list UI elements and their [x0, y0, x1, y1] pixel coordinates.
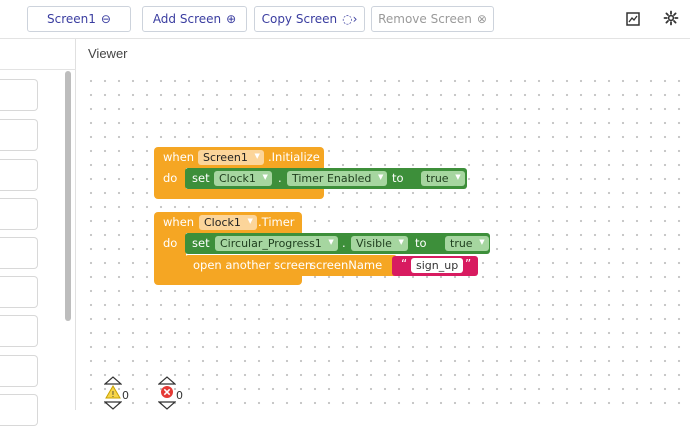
plus-circle-icon: ⊕ [226, 12, 237, 26]
when-keyword: when [163, 150, 195, 164]
close-quote: ” [465, 257, 472, 271]
property-dropdown[interactable]: Timer Enabled ▼ [287, 171, 388, 186]
error-count: 0 [176, 389, 183, 402]
clock-component-dropdown[interactable]: Clock1 ▼ [214, 171, 272, 186]
property-dropdown[interactable]: Visible ▼ [351, 236, 408, 251]
svg-text:!: ! [111, 390, 114, 399]
viewer-title: Viewer [88, 46, 128, 61]
open-quote: “ [401, 257, 408, 271]
remove-screen-label: Remove Screen [378, 12, 472, 26]
designer-toolbar: Screen1 ⊖ Add Screen ⊕ Copy Screen ◌› Re… [0, 0, 690, 38]
to-keyword: to [392, 171, 404, 185]
palette-item[interactable] [0, 394, 38, 426]
text-value-field[interactable]: sign_up [411, 258, 464, 273]
copy-icon: ◌› [342, 12, 358, 26]
add-screen-label: Add Screen [152, 12, 222, 26]
boolean-value-dropdown[interactable]: true ▼ [421, 171, 465, 186]
warning-toggle-icon: ! [104, 376, 122, 410]
boolean-value-dropdown[interactable]: true ▼ [445, 236, 489, 251]
screen-component-dropdown[interactable]: Screen1 ▼ [198, 150, 264, 165]
warning-count: 0 [122, 389, 129, 402]
gallery-icon[interactable] [626, 11, 640, 26]
open-another-screen-label: open another screen [193, 258, 313, 272]
palette-item[interactable] [0, 237, 38, 269]
when-keyword: when [163, 215, 195, 229]
palette-item[interactable] [0, 276, 38, 308]
do-keyword: do [163, 236, 178, 250]
chevron-down-circle-icon: ⊖ [100, 12, 111, 26]
palette-item[interactable] [0, 315, 38, 347]
palette-header [0, 39, 76, 70]
dot-separator: . [278, 171, 282, 185]
palette-item[interactable] [0, 355, 38, 387]
palette-item[interactable] [0, 159, 38, 191]
do-keyword: do [163, 171, 178, 185]
copy-screen-button[interactable]: Copy Screen ◌› [254, 6, 365, 32]
initialize-event-label: .Initialize [268, 150, 320, 164]
error-toggle-icon [158, 376, 176, 410]
set-keyword: set [192, 171, 210, 185]
gear-icon[interactable] [663, 10, 679, 26]
to-keyword: to [415, 236, 427, 250]
timer-event-label: .Timer [258, 215, 295, 229]
palette-item[interactable] [0, 119, 38, 151]
screen-name-param-label: screenName [310, 258, 383, 272]
palette-item[interactable] [0, 198, 38, 230]
remove-circle-icon: ⊗ [476, 12, 487, 26]
toolbar-divider [0, 38, 690, 39]
blocks-palette-panel [0, 39, 76, 426]
palette-scrollbar[interactable] [65, 71, 71, 321]
progress-component-dropdown[interactable]: Circular_Progress1 ▼ [215, 236, 338, 251]
dot-separator: . [342, 236, 346, 250]
copy-screen-label: Copy Screen [261, 12, 338, 26]
palette-item[interactable] [0, 79, 38, 111]
set-keyword: set [192, 236, 210, 250]
clock-component-dropdown[interactable]: Clock1 ▼ [199, 215, 257, 230]
remove-screen-button[interactable]: Remove Screen ⊗ [371, 6, 494, 32]
screen-select-label: Screen1 [47, 12, 96, 26]
screen-select-dropdown[interactable]: Screen1 ⊖ [27, 6, 131, 32]
add-screen-button[interactable]: Add Screen ⊕ [142, 6, 247, 32]
